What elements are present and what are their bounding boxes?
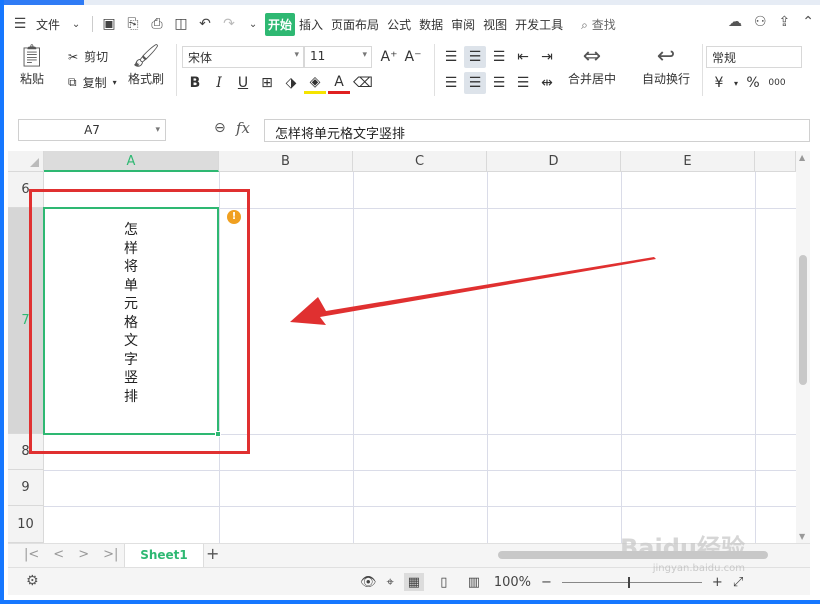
window-frame bbox=[0, 0, 820, 604]
